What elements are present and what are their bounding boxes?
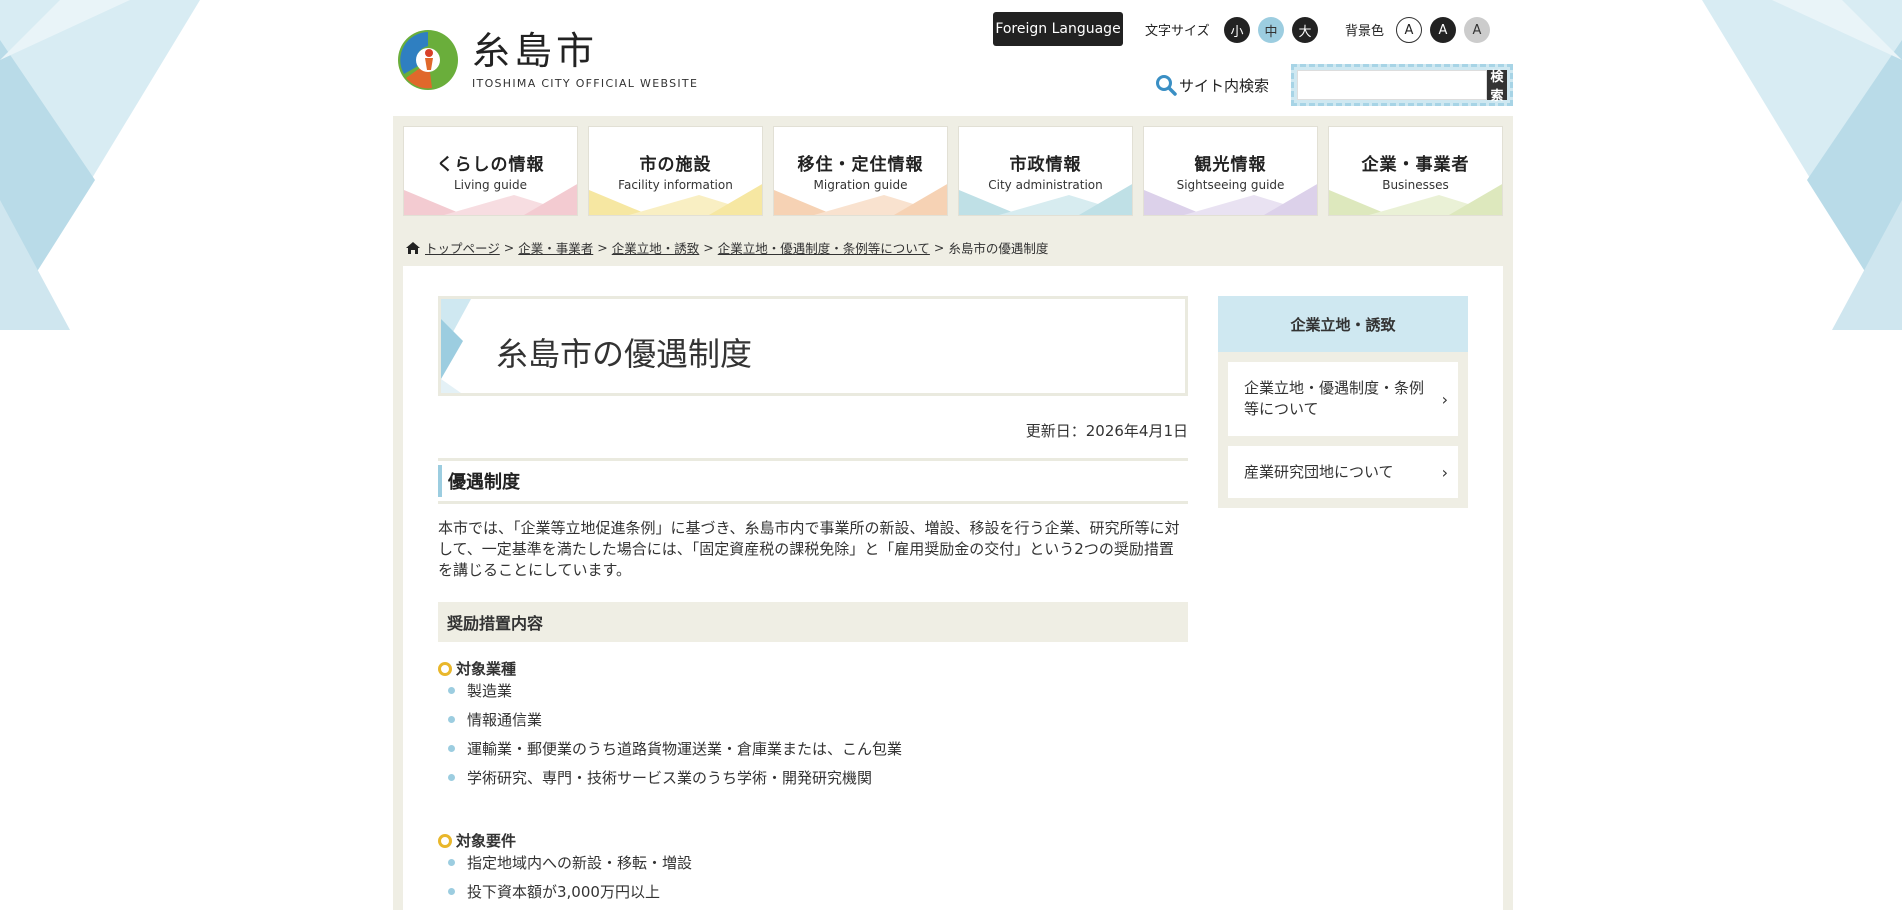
- sidebar: 企業立地・誘致 企業立地・優遇制度・条例等について › 産業研究団地について ›: [1218, 296, 1468, 508]
- updated-date: 更新日：2026年4月1日: [1025, 422, 1188, 440]
- ring-bullet-icon: [438, 833, 452, 848]
- search-icon: [1156, 75, 1177, 96]
- nav-item-facility-information[interactable]: 市の施設 Facility information: [588, 126, 763, 216]
- background-color-label: 背景色: [1345, 24, 1385, 39]
- nav-label: 移住・定住情報: [797, 155, 924, 175]
- breadcrumb-link-top[interactable]: トップページ: [425, 238, 500, 257]
- breadcrumb-link-businesses[interactable]: 企業・事業者: [518, 238, 593, 257]
- font-size-large-button[interactable]: 大: [1292, 17, 1318, 43]
- subsection-heading: 奨励措置内容: [438, 602, 1188, 642]
- nav-label: 企業・事業者: [1361, 155, 1470, 175]
- font-size-small-button[interactable]: 小: [1224, 17, 1250, 43]
- sidebar-link-incentives[interactable]: 企業立地・優遇制度・条例等について ›: [1228, 362, 1458, 436]
- foreign-language-button[interactable]: Foreign Language: [993, 12, 1123, 46]
- ring-bullet-icon: [438, 661, 452, 676]
- font-size-label: 文字サイズ: [1145, 24, 1210, 39]
- breadcrumb-link-location[interactable]: 企業立地・誘致: [612, 238, 700, 257]
- page-wrapper: 糸島市 ITOSHIMA CITY OFFICIAL WEBSITE Forei…: [393, 0, 1513, 910]
- search-box: 検索: [1291, 64, 1513, 106]
- list-item: 指定地域内への新設・移転・増設: [448, 848, 692, 877]
- nav-item-migration-guide[interactable]: 移住・定住情報 Migration guide: [773, 126, 948, 216]
- search-label-text: サイト内検索: [1179, 76, 1270, 95]
- title-decoration: [441, 299, 471, 393]
- breadcrumb-separator: >: [503, 240, 515, 255]
- logo-title: 糸島市: [472, 28, 599, 73]
- nav-label: 観光情報: [1194, 155, 1267, 175]
- background-decoration-right: [1642, 0, 1902, 910]
- bg-color-gray-button[interactable]: A: [1464, 17, 1490, 43]
- nav-sublabel: Sightseeing guide: [1176, 178, 1285, 192]
- nav-sublabel: City administration: [988, 178, 1103, 192]
- sidebar-link-research-park[interactable]: 産業研究団地について ›: [1228, 446, 1458, 498]
- breadcrumb-separator: >: [597, 240, 608, 255]
- breadcrumb-link-incentives[interactable]: 企業立地・優遇制度・条例等について: [718, 238, 930, 257]
- site-search-label: サイト内検索: [1155, 74, 1269, 96]
- nav-label: くらしの情報: [436, 155, 545, 175]
- nav-item-sightseeing-guide[interactable]: 観光情報 Sightseeing guide: [1143, 126, 1318, 216]
- list-item: 投下資本額が3,000万円以上: [448, 877, 692, 906]
- section-heading-text: 優遇制度: [448, 472, 520, 493]
- site-logo[interactable]: 糸島市 ITOSHIMA CITY OFFICIAL WEBSITE: [396, 28, 698, 92]
- nav-label: 市の施設: [639, 155, 712, 175]
- list-item: 情報通信業: [448, 705, 902, 734]
- nav-sublabel: Migration guide: [813, 178, 908, 192]
- chevron-right-icon: ›: [1441, 462, 1448, 482]
- background-decoration-left: [0, 0, 260, 910]
- sidebar-heading: 企業立地・誘致: [1218, 296, 1468, 352]
- list-item: 製造業: [448, 676, 902, 705]
- search-button[interactable]: 検索: [1487, 69, 1507, 103]
- breadcrumb-current: 糸島市の優遇制度: [948, 241, 1049, 256]
- home-icon: [406, 241, 420, 254]
- list-item: 学術研究、専門・技術サービス業のうち学術・開発研究機関: [448, 763, 902, 792]
- nav-sublabel: Businesses: [1382, 178, 1449, 192]
- nav-sublabel: Living guide: [453, 178, 528, 192]
- sidebar-link-label: 企業立地・優遇制度・条例等について: [1244, 379, 1425, 418]
- city-emblem-icon: [398, 30, 458, 90]
- target-requirements-list: 指定地域内への新設・移転・増設 投下資本額が3,000万円以上: [448, 848, 692, 906]
- search-input[interactable]: [1297, 70, 1487, 100]
- font-size-medium-button[interactable]: 中: [1258, 17, 1284, 43]
- content-area: 糸島市の優遇制度 更新日：2026年4月1日 優遇制度 本市では、「企業等立地促…: [403, 266, 1503, 910]
- page-title: 糸島市の優遇制度: [496, 335, 753, 373]
- nav-item-businesses[interactable]: 企業・事業者 Businesses: [1328, 126, 1503, 216]
- sidebar-link-label: 産業研究団地について: [1244, 462, 1394, 481]
- list-item: 運輸業・郵便業のうち道路貨物運送業・倉庫業または、こん包業: [448, 734, 902, 763]
- chevron-right-icon: ›: [1441, 389, 1448, 409]
- breadcrumb-separator: >: [933, 240, 945, 255]
- nav-label: 市政情報: [1009, 155, 1082, 175]
- bg-color-black-button[interactable]: A: [1430, 17, 1456, 43]
- page-title-box: 糸島市の優遇制度: [438, 296, 1188, 396]
- global-nav: くらしの情報 Living guide 市の施設 Facility inform…: [403, 126, 1503, 216]
- nav-sublabel: Facility information: [618, 178, 733, 192]
- nav-item-city-administration[interactable]: 市政情報 City administration: [958, 126, 1133, 216]
- target-industries-list: 製造業 情報通信業 運輸業・郵便業のうち道路貨物運送業・倉庫業または、こん包業 …: [448, 676, 902, 792]
- heading-accent-bar: [438, 465, 442, 497]
- section-heading: 優遇制度: [438, 458, 1188, 504]
- nav-item-living-guide[interactable]: くらしの情報 Living guide: [403, 126, 578, 216]
- breadcrumb-separator: >: [703, 240, 714, 255]
- bg-color-white-button[interactable]: A: [1396, 17, 1422, 43]
- logo-subtitle: ITOSHIMA CITY OFFICIAL WEBSITE: [472, 76, 699, 90]
- main-frame: くらしの情報 Living guide 市の施設 Facility inform…: [393, 116, 1513, 910]
- intro-paragraph: 本市では、「企業等立地促進条例」に基づき、糸島市内で事業所の新設、増設、移設を行…: [438, 519, 1180, 579]
- breadcrumb: トップページ > 企業・事業者 > 企業立地・誘致 > 企業立地・優遇制度・条例…: [405, 238, 1048, 257]
